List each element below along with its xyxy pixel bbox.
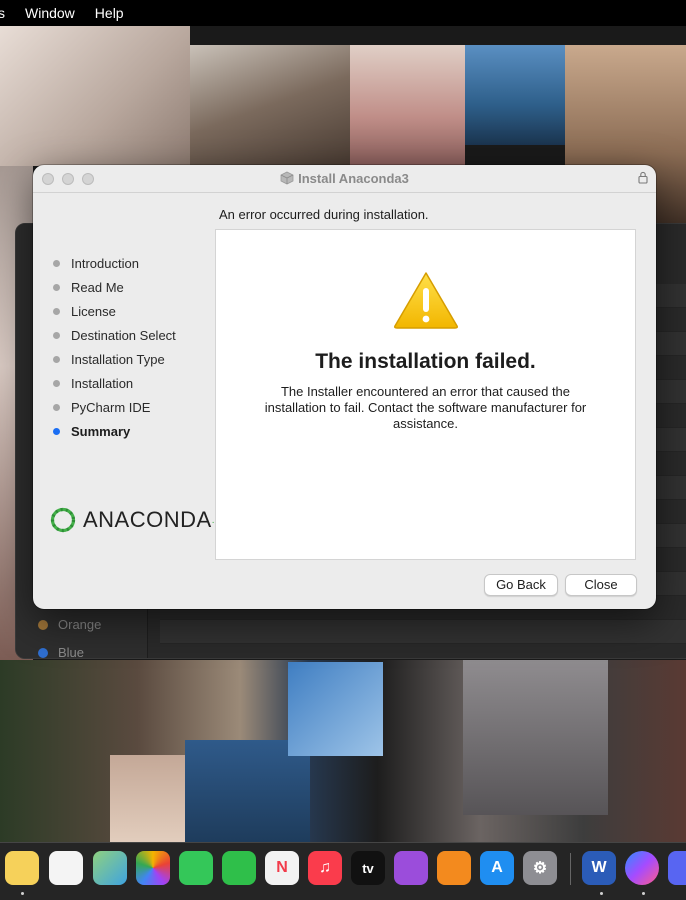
sidebar-tag-orange[interactable]: Orange: [38, 617, 101, 632]
apple-tv-icon[interactable]: tv: [351, 851, 385, 885]
step-introduction: Introduction: [53, 251, 176, 275]
step-label: Read Me: [71, 279, 124, 295]
messenger-icon[interactable]: [625, 851, 659, 885]
sidebar-tag-blue[interactable]: Blue: [38, 645, 84, 660]
tag-label: Orange: [58, 617, 102, 632]
step-label: License: [71, 303, 116, 319]
step-summary: Summary: [53, 419, 176, 443]
word-icon[interactable]: W: [582, 851, 616, 885]
package-icon: [280, 171, 294, 188]
step-bullet-icon: [53, 259, 60, 267]
result-message: The Installer encountered an error that …: [264, 384, 587, 431]
go-back-button[interactable]: Go Back: [484, 574, 558, 596]
step-bullet-icon: [53, 283, 60, 291]
apple-tv-label: tv: [362, 860, 374, 876]
menu-item-window[interactable]: Window: [15, 0, 85, 26]
status-header: An error occurred during installation.: [219, 207, 429, 222]
step-bullet-icon: [53, 355, 60, 363]
facetime-icon[interactable]: [222, 851, 256, 885]
dock-separator: [570, 853, 571, 885]
step-label: PyCharm IDE: [71, 399, 151, 415]
step-label: Installation: [71, 375, 134, 391]
dock: N ♫ tv A ⚙ W: [0, 842, 686, 900]
discord-icon[interactable]: [668, 851, 686, 885]
step-bullet-icon: [53, 379, 60, 387]
step-destination-select: Destination Select: [53, 323, 176, 347]
running-indicator: [600, 892, 603, 895]
tag-color-dot: [38, 647, 48, 658]
lock-icon: [638, 171, 648, 189]
menu-item-app[interactable]: s: [0, 0, 15, 26]
anaconda-ring-icon: [50, 507, 76, 533]
news-icon[interactable]: N: [265, 851, 299, 885]
books-icon[interactable]: [437, 851, 471, 885]
step-bullet-icon: [53, 307, 60, 315]
reminders-icon[interactable]: [49, 851, 83, 885]
step-pycharm-ide: PyCharm IDE: [53, 395, 176, 419]
window-title-text: Install Anaconda3: [298, 171, 409, 186]
installer-steps: Introduction Read Me License Destination…: [53, 251, 176, 443]
title-bar[interactable]: Install Anaconda3: [33, 165, 656, 193]
running-indicator: [642, 892, 645, 895]
step-label: Introduction: [71, 255, 139, 271]
close-button[interactable]: Close: [565, 574, 637, 596]
step-read-me: Read Me: [53, 275, 176, 299]
music-icon[interactable]: ♫: [308, 851, 342, 885]
photos-icon[interactable]: [136, 851, 170, 885]
word-label: W: [591, 859, 607, 876]
result-title: The installation failed.: [315, 350, 536, 373]
window-title: Install Anaconda3: [33, 171, 656, 188]
warning-icon: [392, 270, 460, 335]
app-store-icon[interactable]: A: [480, 851, 514, 885]
messages-icon[interactable]: [179, 851, 213, 885]
step-bullet-icon: [53, 403, 60, 411]
menu-item-help[interactable]: Help: [85, 0, 134, 26]
installer-window: Install Anaconda3 An error occurred duri…: [33, 165, 656, 609]
tag-label: Blue: [58, 645, 85, 660]
system-preferences-icon[interactable]: ⚙: [523, 851, 557, 885]
step-bullet-icon: [53, 331, 60, 339]
step-license: License: [53, 299, 176, 323]
notes-icon[interactable]: [5, 851, 39, 885]
anaconda-logo: ANACONDA .: [49, 506, 214, 534]
step-label: Summary: [71, 423, 131, 439]
step-label: Installation Type: [71, 351, 165, 367]
step-label: Destination Select: [71, 327, 176, 343]
menu-bar: s Window Help: [0, 0, 686, 26]
running-indicator: [21, 892, 24, 895]
step-bullet-active-icon: [53, 427, 60, 435]
summary-panel: The installation failed. The Installer e…: [215, 229, 636, 560]
maps-icon[interactable]: [93, 851, 127, 885]
podcasts-icon[interactable]: [394, 851, 428, 885]
logo-wordmark: ANACONDA: [83, 507, 212, 532]
step-installation-type: Installation Type: [53, 347, 176, 371]
tag-color-dot: [38, 619, 48, 630]
step-installation: Installation: [53, 371, 176, 395]
